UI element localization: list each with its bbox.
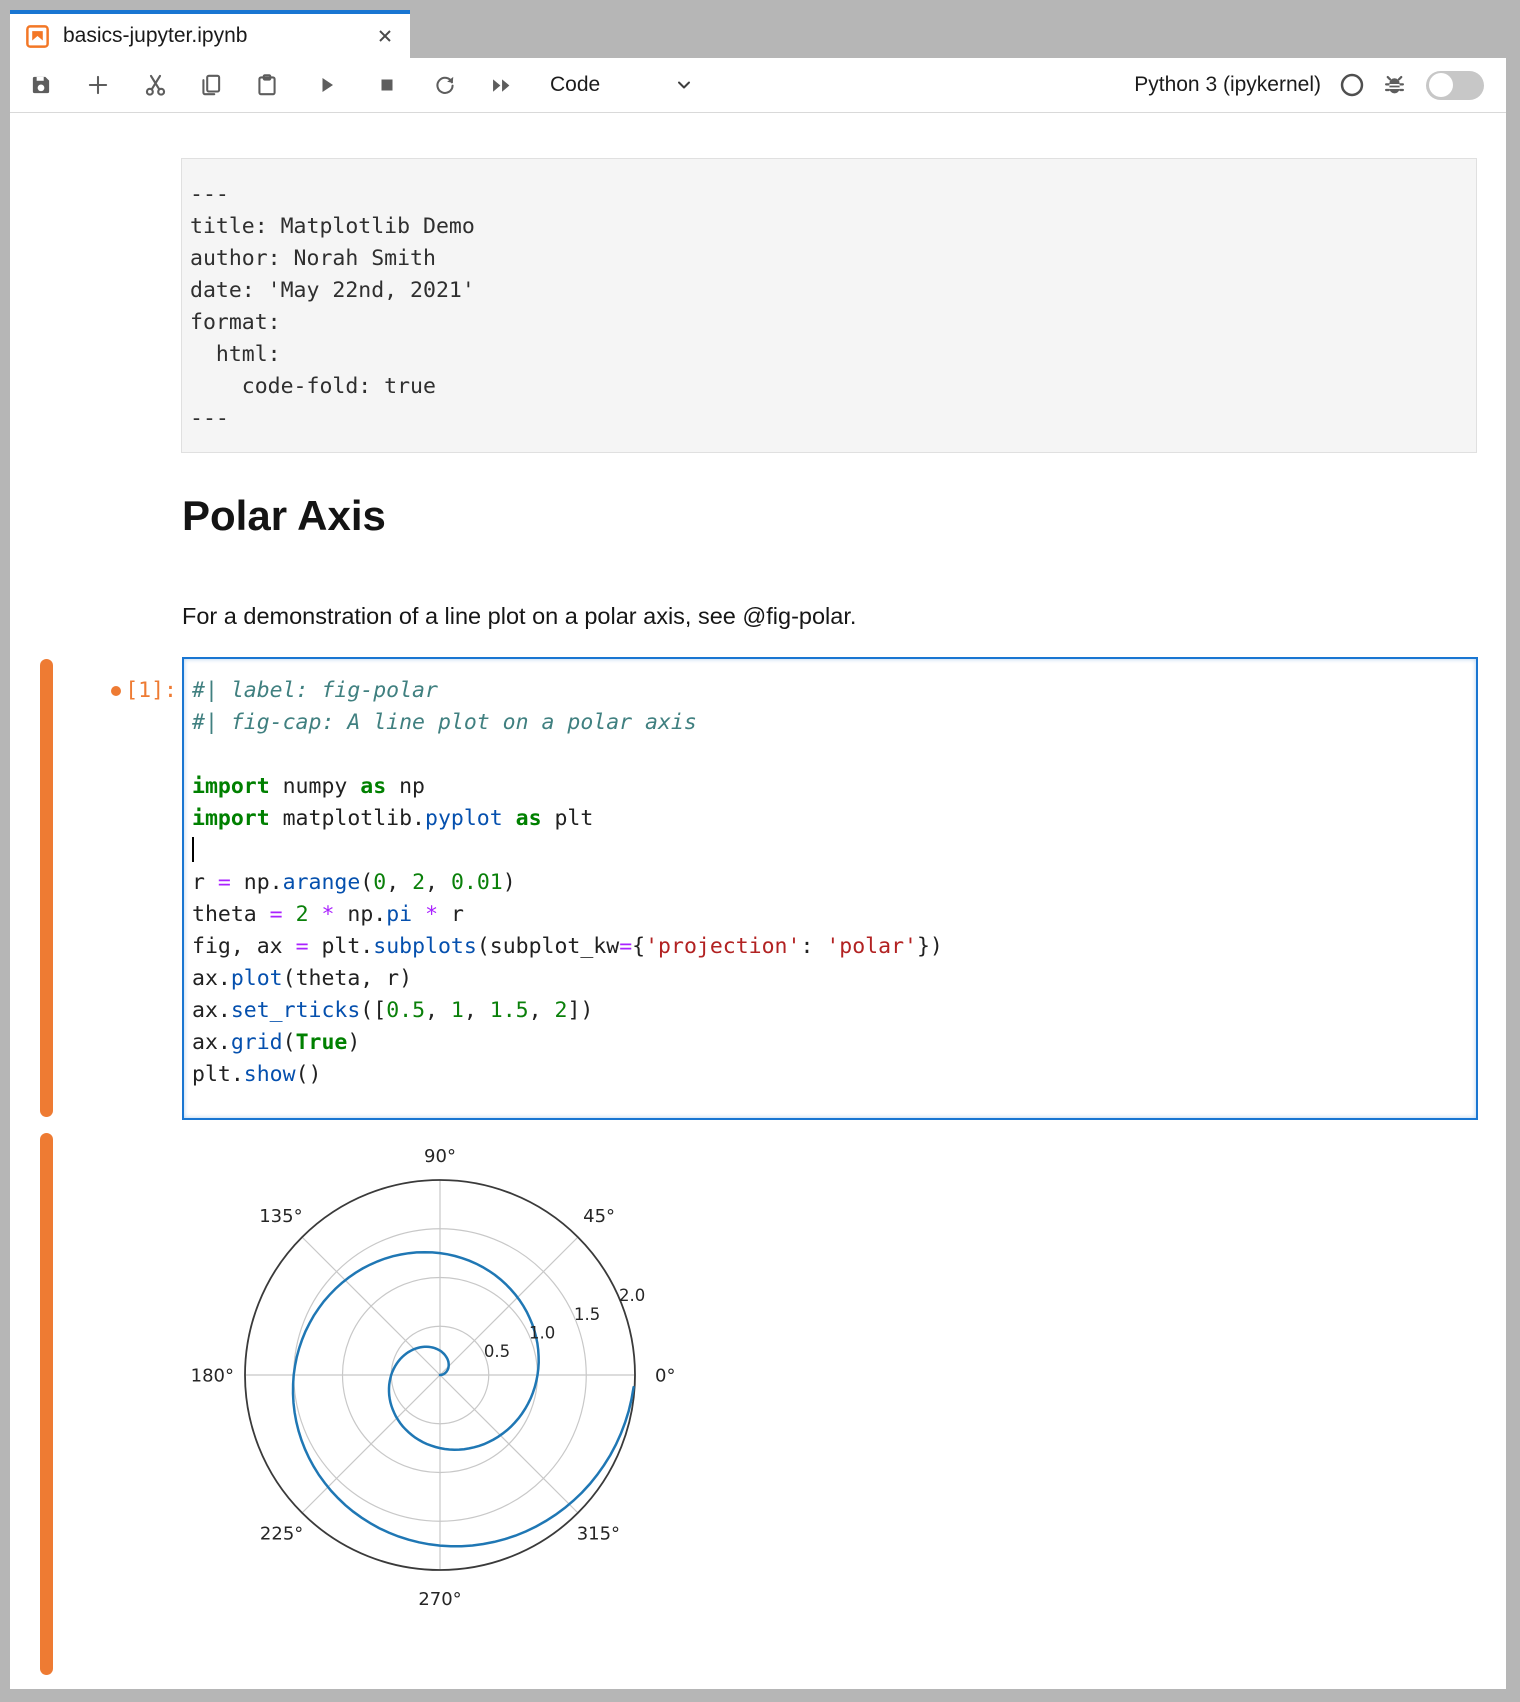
notebook-icon [24, 23, 51, 50]
theta-tick-label: 90° [424, 1146, 456, 1167]
kernel-status-icon[interactable] [1339, 72, 1365, 98]
run-icon [315, 73, 339, 97]
output-cell-collapser[interactable] [40, 1133, 53, 1675]
jupyterlab-window: basics-jupyter.ipynb [10, 10, 1506, 1689]
tab-title: basics-jupyter.ipynb [63, 24, 374, 48]
r-tick-label: 2.0 [619, 1286, 645, 1305]
theta-tick-label: 45° [583, 1206, 615, 1227]
notebook-content: --- title: Matplotlib Demo author: Norah… [10, 113, 1506, 1689]
markdown-heading[interactable]: Polar Axis [182, 493, 386, 539]
code-line [192, 835, 1476, 867]
code-cell-editor[interactable]: #| label: fig-polar#| fig-cap: A line pl… [182, 657, 1478, 1120]
cell-output-area: 0° 45° 90° 135° 180° 225° 270° 315° 0.5 1.0 1.5 2.0 [170, 1105, 710, 1685]
simple-mode-toggle[interactable] [1426, 71, 1484, 100]
plus-icon [85, 72, 111, 98]
interrupt-kernel-button[interactable] [372, 70, 402, 100]
restart-run-all-button[interactable] [486, 70, 516, 100]
code-line: #| label: fig-polar [192, 675, 1476, 707]
copy-cells-button[interactable] [196, 70, 226, 100]
theta-tick-label: 135° [259, 1206, 302, 1227]
code-line: ax.plot(theta, r) [192, 963, 1476, 995]
restart-kernel-button[interactable] [430, 70, 460, 100]
theta-tick-label: 225° [260, 1524, 303, 1545]
r-tick-label: 1.0 [529, 1323, 555, 1342]
stop-icon [375, 73, 399, 97]
notebook-toolbar: Code Python 3 (ipykernel) [10, 58, 1506, 113]
input-cell-collapser[interactable] [40, 659, 53, 1117]
code-line: import matplotlib.pyplot as plt [192, 803, 1476, 835]
run-cell-button[interactable] [312, 70, 342, 100]
markdown-paragraph[interactable]: For a demonstration of a line plot on a … [182, 601, 856, 631]
polar-chart: 0° 45° 90° 135° 180° 225° 270° 315° 0.5 1.0 1.5 2.0 [170, 1105, 710, 1685]
scissors-icon [142, 72, 169, 99]
tab-close-icon[interactable] [374, 25, 396, 47]
debugger-bug-icon[interactable] [1381, 72, 1408, 99]
code-line: r = np.arange(0, 2, 0.01) [192, 867, 1476, 899]
execution-count-prompt: [1]: [10, 675, 177, 707]
active-cell-dot-icon [111, 686, 121, 696]
paste-cells-button[interactable] [252, 70, 282, 100]
toggle-knob [1429, 73, 1453, 97]
raw-cell-yaml-frontmatter[interactable]: --- title: Matplotlib Demo author: Norah… [181, 158, 1477, 453]
raw-cell-text: --- title: Matplotlib Demo author: Norah… [182, 159, 1476, 435]
theta-tick-label: 270° [418, 1589, 461, 1610]
text-cursor [192, 837, 194, 862]
tab-bar: basics-jupyter.ipynb [10, 10, 1506, 58]
code-line: fig, ax = plt.subplots(subplot_kw={'proj… [192, 931, 1476, 963]
save-button[interactable] [26, 70, 56, 100]
code-line: #| fig-cap: A line plot on a polar axis [192, 707, 1476, 739]
restart-icon [432, 72, 458, 98]
save-icon [28, 72, 54, 98]
code-line: ax.set_rticks([0.5, 1, 1.5, 2]) [192, 995, 1476, 1027]
theta-tick-label: 180° [191, 1365, 234, 1386]
cut-cells-button[interactable] [140, 70, 170, 100]
r-tick-label: 0.5 [484, 1342, 510, 1361]
theta-tick-label: 315° [577, 1524, 620, 1545]
code-lines: #| label: fig-polar#| fig-cap: A line pl… [192, 675, 1476, 1091]
cell-type-dropdown[interactable]: Code [550, 73, 696, 97]
cell-type-value: Code [550, 73, 600, 97]
kernel-area: Python 3 (ipykernel) [1134, 71, 1506, 100]
tab-basics-jupyter[interactable]: basics-jupyter.ipynb [10, 10, 410, 58]
paste-icon [254, 72, 280, 98]
fast-forward-icon [488, 72, 515, 99]
code-line: import numpy as np [192, 771, 1476, 803]
code-line: plt.show() [192, 1059, 1476, 1091]
code-line: theta = 2 * np.pi * r [192, 899, 1476, 931]
code-line: ax.grid(True) [192, 1027, 1476, 1059]
code-line [192, 739, 1476, 771]
r-tick-label: 1.5 [574, 1305, 600, 1324]
theta-tick-label: 0° [655, 1365, 675, 1386]
insert-cell-button[interactable] [83, 70, 113, 100]
prompt-text: [1]: [125, 678, 177, 703]
copy-icon [198, 72, 224, 98]
kernel-name[interactable]: Python 3 (ipykernel) [1134, 73, 1321, 97]
chevron-down-icon [672, 73, 696, 97]
